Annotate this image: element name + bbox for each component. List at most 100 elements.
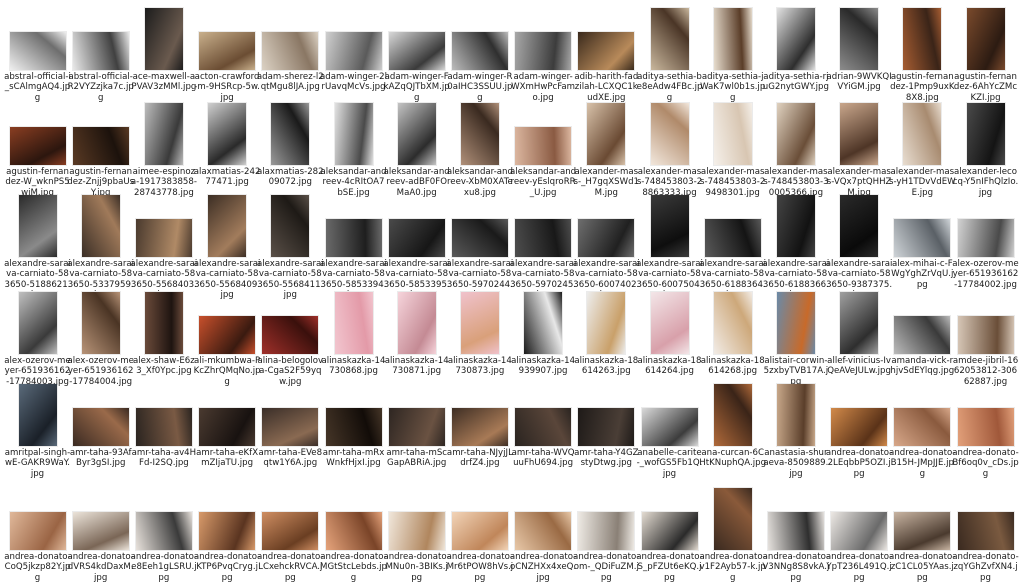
file-thumbnail-frame: [385, 288, 448, 354]
file-thumbnail-frame: [322, 288, 385, 354]
file-thumbnail-frame: [448, 191, 511, 257]
image-thumbnail: [81, 292, 120, 354]
file-name-label: amr-taha-mScGapABRiA.jpg: [386, 448, 448, 469]
file-thumbnail-frame: [954, 288, 1017, 354]
file-thumbnail-frame: [701, 380, 764, 446]
file-name-label: alex-mihai-c-FWgYghZrVqU.jpg: [891, 259, 954, 290]
file-name-label: amr-taha-Y4GZstyDtwg.jpg: [574, 448, 639, 469]
image-thumbnail: [894, 408, 951, 446]
file-thumbnail-frame: [954, 99, 1017, 165]
file-thumbnail-frame: [575, 288, 638, 354]
file-thumbnail-frame: [638, 99, 701, 165]
file-name-label: alex-ozerov-meyer-651936162-17784002.jpg: [952, 259, 1019, 290]
image-thumbnail: [776, 195, 815, 257]
file-thumbnail-frame: [575, 4, 638, 70]
file-thumbnail-frame: [259, 191, 322, 257]
image-thumbnail: [262, 316, 319, 354]
file-name-label: anabelle-carite-_wofGS5Fb1Q.jpg: [636, 448, 703, 479]
image-thumbnail: [641, 408, 698, 446]
image-thumbnail: [397, 103, 436, 165]
file-thumbnail-frame: [69, 191, 132, 257]
file-thumbnail-frame: [69, 4, 132, 70]
image-thumbnail: [515, 219, 572, 257]
image-thumbnail: [957, 408, 1014, 446]
file-name-label: amr-taha-93AfByr3gSI.jpg: [69, 448, 132, 469]
image-thumbnail: [840, 195, 879, 257]
image-thumbnail: [199, 32, 256, 70]
file-name-label: andrea-donato-v1F2Ayb57-k.jpg: [699, 552, 766, 583]
file-thumbnail-frame: [322, 4, 385, 70]
file-thumbnail-frame: [196, 191, 259, 257]
file-name-label: alaxmatias-24277471.jpg: [193, 167, 261, 188]
file-thumbnail-frame: [701, 288, 764, 354]
file-thumbnail-frame: [954, 484, 1017, 550]
file-thumbnail-frame: [6, 484, 69, 550]
file-thumbnail-frame: [322, 380, 385, 446]
file-name-label: anastasia-shuraeva-8509889.jpg: [763, 448, 829, 479]
file-name-label: ace-maxwell-aPVAV3zMMl.jpg: [131, 72, 197, 93]
file-thumbnail-frame: [828, 4, 891, 70]
file-thumbnail-frame: [575, 99, 638, 165]
file-thumbnail-frame: [69, 99, 132, 165]
image-thumbnail: [840, 103, 879, 165]
file-thumbnail-frame: [764, 484, 827, 550]
file-thumbnail-frame: [69, 484, 132, 550]
image-thumbnail: [515, 408, 572, 446]
file-thumbnail-frame: [259, 99, 322, 165]
file-thumbnail-frame: [891, 4, 954, 70]
file-name-label: andrea-donato-LCxehckRVCA.jpg: [257, 552, 324, 583]
file-thumbnail-frame: [828, 99, 891, 165]
file-thumbnail-frame: [322, 99, 385, 165]
file-name-label: amr-taha-av4HFd-I2SQ.jpg: [131, 448, 197, 469]
file-thumbnail-frame: [259, 4, 322, 70]
file-thumbnail-frame: [259, 484, 322, 550]
file-thumbnail-frame: [954, 4, 1017, 70]
image-thumbnail: [199, 408, 256, 446]
file-thumbnail-frame: [132, 380, 195, 446]
image-thumbnail: [578, 219, 635, 257]
file-thumbnail-frame: [764, 191, 827, 257]
image-thumbnail: [704, 219, 761, 257]
file-thumbnail-frame: [701, 4, 764, 70]
file-name-label: andrea-donato-Bf6oq0v_cDs.jpg: [952, 448, 1019, 479]
image-thumbnail: [325, 219, 382, 257]
file-thumbnail-frame: [764, 99, 827, 165]
image-thumbnail: [957, 316, 1014, 354]
image-thumbnail: [388, 408, 445, 446]
file-name-label: andrea-donato-zC1CL05YAas.jpg: [889, 552, 956, 583]
file-name-label: andrea-donato-2LEqbbP5OZI.jpg: [825, 448, 893, 479]
file-name-label: alex-shaw-E6z3_Xf0Ypc.jpg: [133, 356, 195, 377]
image-thumbnail: [72, 408, 129, 446]
file-thumbnail-frame: [196, 380, 259, 446]
file-thumbnail-frame: [828, 191, 891, 257]
file-name-label: alinaskazka-14730873.jpg: [447, 356, 512, 377]
image-thumbnail: [578, 512, 635, 550]
file-name-label: alinaskazka-14939907.jpg: [511, 356, 576, 377]
image-thumbnail: [713, 8, 752, 70]
image-thumbnail: [713, 103, 752, 165]
image-thumbnail: [451, 512, 508, 550]
file-thumbnail-frame: [828, 288, 891, 354]
file-name-label: adam-sherez-l2qtMgu8lJA.jpg: [256, 72, 324, 93]
file-name-label: andrea-donato-CoQ5jkzp82Y.jpg: [4, 552, 71, 583]
file-name-label: amanda-vick-rhjvSdEYlqg.jpg: [890, 356, 955, 377]
image-thumbnail: [776, 384, 815, 446]
file-thumbnail-frame: [512, 288, 575, 354]
file-name-label: amr-taha-WVQuuFhU694.jpg: [511, 448, 575, 469]
file-name-label: ana-curcan-6CHtKNuphQA.jpg: [699, 448, 767, 469]
image-thumbnail: [18, 292, 57, 354]
file-name-label: andrea-donato-YpT236L491Q.jpg: [825, 552, 893, 583]
file-thumbnail-frame: [891, 99, 954, 165]
file-name-label: adrian-9WVKQIVYiGM.jpg: [826, 72, 892, 93]
file-name-label: andrea-donato-Mr6tPOW8hVs.jpg: [446, 552, 514, 583]
file-name-label: allef-vinicius-IvQeAVeJULw.jpg: [827, 356, 891, 377]
file-name-label: amr-taha-mRxWnkfHjxI.jpg: [322, 448, 385, 469]
file-thumbnail-frame: [638, 4, 701, 70]
image-thumbnail: [72, 127, 129, 165]
image-thumbnail: [144, 292, 183, 354]
image-thumbnail: [515, 127, 572, 165]
file-name-label: alinaskazka-18614264.jpg: [637, 356, 702, 377]
image-thumbnail: [397, 292, 436, 354]
image-thumbnail: [9, 512, 66, 550]
file-name-label: andrea-donato-dVRS4kdDaxM.jpg: [67, 552, 134, 583]
